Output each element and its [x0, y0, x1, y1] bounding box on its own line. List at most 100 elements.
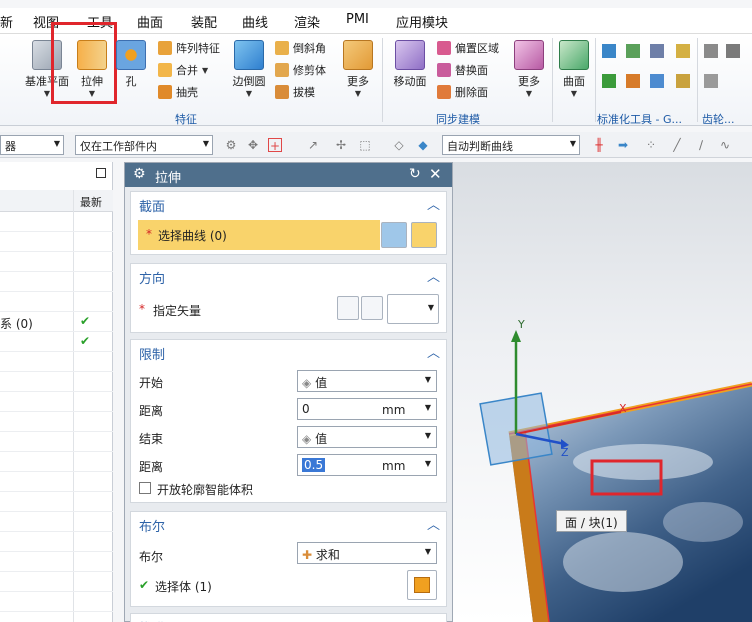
- end-label: 结束: [139, 432, 164, 446]
- delete-face-button[interactable]: 删除面: [437, 84, 488, 100]
- start-distance-input[interactable]: 0 mm ▼: [297, 398, 437, 420]
- menu-item-application[interactable]: 应用模块: [396, 12, 448, 31]
- table-row[interactable]: [0, 512, 113, 532]
- unite-icon: [158, 63, 172, 77]
- start-label: 开始: [139, 376, 164, 390]
- table-row[interactable]: [0, 452, 113, 472]
- line2-icon[interactable]: ∕: [694, 138, 708, 152]
- surface-button[interactable]: 曲面 ▼: [557, 40, 591, 98]
- reverse-direction-button[interactable]: [337, 296, 359, 320]
- vector-dialog-button[interactable]: [361, 296, 383, 320]
- table-row[interactable]: [0, 472, 113, 492]
- gear-icon[interactable]: ⚙: [133, 166, 146, 182]
- box-select-icon[interactable]: ⬚: [358, 138, 372, 152]
- pattern-feature-button[interactable]: 阵列特征: [158, 40, 220, 56]
- table-row[interactable]: [0, 232, 113, 252]
- feature-curve-icon[interactable]: ⁘: [644, 138, 658, 152]
- graphics-window[interactable]: Y X Z: [453, 162, 752, 622]
- select-body-button[interactable]: [407, 570, 437, 600]
- more2-button[interactable]: 更多 ▼: [513, 40, 545, 98]
- dialog-title-bar[interactable]: ⚙ 拉伸 ↻ ✕: [125, 163, 452, 187]
- menu-item-pmi[interactable]: PMI: [346, 12, 369, 27]
- table-row[interactable]: [0, 592, 113, 612]
- ribbon-separator: [382, 38, 383, 122]
- gear-tools-icons[interactable]: [704, 44, 748, 102]
- open-profile-checkbox[interactable]: [139, 482, 151, 494]
- gear-tool-icon: [704, 74, 718, 88]
- table-row[interactable]: [0, 552, 113, 572]
- table-row[interactable]: [0, 492, 113, 512]
- table-row[interactable]: [0, 212, 113, 232]
- snap-icon[interactable]: ✥: [246, 138, 260, 152]
- standard-tools-icons[interactable]: [602, 44, 692, 102]
- collapse-icon[interactable]: ︿: [427, 514, 440, 533]
- table-row[interactable]: [0, 572, 113, 592]
- type-filter-select[interactable]: 器 ▼: [0, 135, 64, 155]
- table-row[interactable]: [0, 272, 113, 292]
- table-row[interactable]: [0, 372, 113, 392]
- close-icon[interactable]: ✕: [429, 165, 442, 183]
- section-group: 截面 ︿ * 选择曲线 (0): [130, 191, 447, 255]
- table-row[interactable]: [0, 252, 113, 272]
- dialog-title: 拉伸: [155, 171, 182, 186]
- select-curve-row[interactable]: * 选择曲线 (0): [138, 220, 380, 250]
- table-row[interactable]: [0, 352, 113, 372]
- shell-button[interactable]: 抽壳: [158, 84, 198, 100]
- extrude-highlight-box: [51, 22, 117, 104]
- ribbon-separator: [697, 38, 698, 122]
- draft-button[interactable]: 拔模: [275, 84, 315, 100]
- table-row[interactable]: 系 (0) ✔: [0, 312, 113, 332]
- menu-item-render[interactable]: 渲染: [294, 12, 320, 31]
- collapse-icon[interactable]: ︿: [427, 266, 440, 285]
- collapse-icon[interactable]: ︿: [427, 194, 440, 213]
- table-row[interactable]: ✔: [0, 332, 113, 352]
- vector-icon[interactable]: ↗: [306, 138, 320, 152]
- edge-blend-button[interactable]: 边倒圆 ▼: [229, 40, 269, 98]
- stop-at-intersection-icon[interactable]: ╫: [592, 138, 606, 152]
- sketch-section-button[interactable]: [381, 222, 407, 248]
- delete-face-label: 删除面: [455, 86, 488, 99]
- more-button[interactable]: 更多 ▼: [342, 40, 374, 98]
- unit-label: mm: [382, 403, 406, 417]
- hole-button[interactable]: 孔: [116, 40, 146, 89]
- curve-select-button[interactable]: [411, 222, 437, 248]
- move-face-button[interactable]: 移动面: [391, 40, 429, 89]
- boolean-select[interactable]: ✚ 求和 ▼: [297, 542, 437, 564]
- selection-scope-select[interactable]: 仅在工作部件内 ▼: [75, 135, 213, 155]
- chamfer-button[interactable]: 倒斜角: [275, 40, 326, 56]
- select-point-icon[interactable]: +: [268, 138, 282, 153]
- end-distance-input[interactable]: 0.5 mm ▼: [297, 454, 437, 476]
- reset-icon[interactable]: ↻: [409, 166, 421, 182]
- offset-region-button[interactable]: 偏置区域: [437, 40, 499, 56]
- move-icon[interactable]: ✢: [334, 138, 348, 152]
- filter-icon[interactable]: ⚙: [224, 138, 238, 152]
- trim-body-button[interactable]: 修剪体: [275, 62, 326, 78]
- table-row[interactable]: [0, 392, 113, 412]
- table-row[interactable]: [0, 292, 113, 312]
- start-select[interactable]: ◈ 值 ▼: [297, 370, 437, 392]
- collapse-icon[interactable]: ︿: [427, 342, 440, 361]
- maximize-icon[interactable]: [96, 168, 106, 178]
- vector-type-select[interactable]: ▼: [387, 294, 439, 324]
- follow-fillet-icon[interactable]: ➡: [616, 138, 630, 152]
- spline-icon[interactable]: ∿: [718, 138, 732, 152]
- distance-label: 距离: [139, 404, 164, 418]
- menu-item-surface[interactable]: 曲面: [137, 12, 163, 31]
- curve-rule-select[interactable]: 自动判断曲线 ▼: [442, 135, 580, 155]
- line-icon[interactable]: ╱: [670, 138, 684, 152]
- cube-icon[interactable]: ◆: [416, 138, 430, 152]
- table-row[interactable]: [0, 532, 113, 552]
- chevron-down-icon: ▼: [53, 139, 60, 148]
- ribbon-separator: [595, 38, 596, 122]
- replace-face-button[interactable]: 替换面: [437, 62, 488, 78]
- pattern-feature-label: 阵列特征: [176, 42, 220, 55]
- unite-label: 合并: [176, 64, 198, 77]
- menu-item-assembly[interactable]: 装配: [191, 12, 217, 31]
- table-row[interactable]: [0, 432, 113, 452]
- table-row[interactable]: [0, 412, 113, 432]
- eraser-icon[interactable]: ◇: [392, 138, 406, 152]
- menu-item-new[interactable]: 新: [0, 12, 13, 31]
- end-select[interactable]: ◈ 值 ▼: [297, 426, 437, 448]
- unite-button[interactable]: 合并 ▼: [158, 62, 208, 78]
- menu-item-curve[interactable]: 曲线: [242, 12, 268, 31]
